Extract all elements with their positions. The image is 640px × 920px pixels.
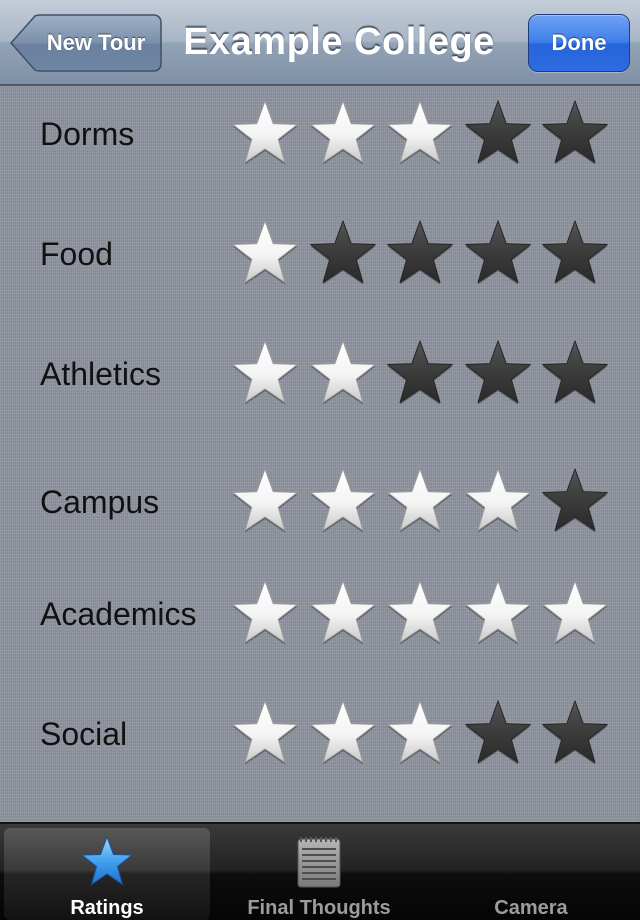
rating-row: Campus — [0, 462, 640, 542]
star-filled-icon[interactable] — [383, 580, 457, 648]
star-filled-icon[interactable] — [306, 468, 380, 536]
star-empty-icon[interactable] — [538, 700, 612, 768]
star-empty-icon[interactable] — [461, 100, 535, 168]
rating-label: Dorms — [40, 116, 135, 152]
star-empty-icon[interactable] — [538, 468, 612, 536]
star-filled-icon[interactable] — [306, 700, 380, 768]
rating-label: Social — [40, 716, 128, 752]
rating-row: Social — [0, 694, 640, 774]
star-filled-icon[interactable] — [383, 700, 457, 768]
star-empty-icon[interactable] — [461, 220, 535, 288]
star-empty-icon[interactable] — [538, 220, 612, 288]
tab-label: Camera — [494, 897, 568, 919]
star-empty-icon[interactable] — [538, 340, 612, 408]
tab-bar: Ratings Final Thoughts Camera — [0, 822, 640, 920]
notepad-icon — [216, 834, 422, 890]
star-filled-icon[interactable] — [306, 340, 380, 408]
back-button-label: New Tour — [46, 30, 146, 55]
ratings-list: Dorms Food Athletics Campus Academics So… — [0, 86, 640, 822]
star-filled-icon[interactable] — [461, 580, 535, 648]
star-filled-icon[interactable] — [461, 468, 535, 536]
rating-label: Athletics — [40, 356, 161, 392]
star-empty-icon[interactable] — [461, 700, 535, 768]
tab-ratings[interactable]: Ratings — [4, 828, 210, 920]
star-filled-icon[interactable] — [228, 100, 302, 168]
star-filled-icon[interactable] — [228, 700, 302, 768]
star-rating-control — [228, 220, 618, 288]
star-empty-icon[interactable] — [306, 220, 380, 288]
star-rating-control — [228, 100, 618, 168]
star-filled-icon[interactable] — [538, 580, 612, 648]
rating-label: Academics — [40, 596, 197, 632]
star-rating-control — [228, 700, 618, 768]
rating-row: Dorms — [0, 94, 640, 174]
star-filled-icon[interactable] — [228, 220, 302, 288]
star-empty-icon[interactable] — [383, 340, 457, 408]
tab-camera[interactable]: Camera — [428, 828, 634, 920]
star-filled-icon[interactable] — [228, 468, 302, 536]
star-filled-icon[interactable] — [306, 100, 380, 168]
rating-row: Academics — [0, 574, 640, 654]
star-filled-icon[interactable] — [383, 468, 457, 536]
star-filled-icon[interactable] — [228, 340, 302, 408]
tab-final-thoughts[interactable]: Final Thoughts — [216, 828, 422, 920]
new-tour-back-button[interactable]: New Tour — [10, 14, 162, 72]
star-rating-control — [228, 580, 618, 648]
star-filled-icon[interactable] — [228, 580, 302, 648]
done-button[interactable]: Done — [528, 14, 630, 72]
rating-label: Campus — [40, 484, 160, 520]
star-filled-icon[interactable] — [306, 580, 380, 648]
star-rating-control — [228, 340, 618, 408]
rating-row: Athletics — [0, 334, 640, 414]
navigation-bar: New Tour Example College Done — [0, 0, 640, 86]
app-screen: New Tour Example College Done Dorms Food… — [0, 0, 640, 920]
tab-label: Final Thoughts — [247, 897, 391, 919]
rating-row: Food — [0, 214, 640, 294]
page-title: Example College — [183, 21, 495, 63]
star-rating-control — [228, 468, 618, 536]
star-empty-icon[interactable] — [461, 340, 535, 408]
tab-label: Ratings — [70, 897, 144, 919]
camera-icon — [428, 834, 634, 890]
star-empty-icon[interactable] — [383, 220, 457, 288]
star-icon — [4, 834, 210, 890]
star-empty-icon[interactable] — [538, 100, 612, 168]
rating-label: Food — [40, 236, 113, 272]
star-filled-icon[interactable] — [383, 100, 457, 168]
